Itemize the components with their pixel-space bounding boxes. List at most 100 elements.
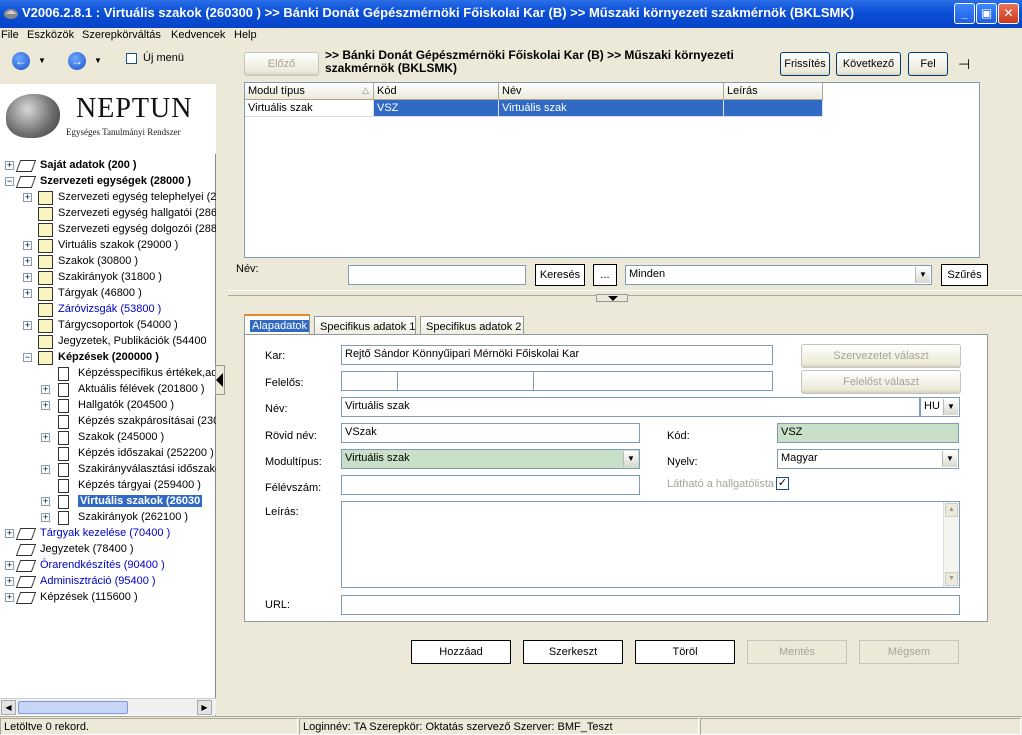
column-header-kod[interactable]: Kód bbox=[374, 83, 499, 100]
tree-item[interactable]: − Képzések (200000 ) bbox=[0, 350, 216, 366]
menu-kedvencek[interactable]: Kedvencek bbox=[171, 29, 225, 41]
scroll-right-icon[interactable]: ▶ bbox=[197, 700, 212, 715]
up-button[interactable]: Fel bbox=[908, 52, 948, 76]
felelos-field-3[interactable] bbox=[533, 371, 773, 391]
tree-horizontal-scrollbar[interactable]: ◀ ▶ bbox=[0, 698, 216, 715]
kod-field[interactable]: VSZ bbox=[777, 423, 959, 443]
expand-icon[interactable]: + bbox=[5, 529, 14, 538]
filter-scope-dropdown[interactable]: Minden ▼ bbox=[625, 265, 932, 285]
splitter-arrow-icon[interactable] bbox=[596, 294, 628, 302]
select-organization-button[interactable]: Szervezetet választ bbox=[801, 344, 961, 368]
tree-item[interactable]: + Szakok (245000 ) bbox=[0, 430, 216, 446]
tree-item[interactable]: + Órarendkészítés (90400 ) bbox=[0, 558, 216, 574]
tree-item[interactable]: + Aktuális félévek (201800 ) bbox=[0, 382, 216, 398]
url-field[interactable] bbox=[341, 595, 960, 615]
expand-icon[interactable]: + bbox=[41, 401, 50, 410]
delete-button[interactable]: Töröl bbox=[635, 640, 735, 664]
expand-icon[interactable]: + bbox=[5, 593, 14, 602]
nev-field[interactable]: Virtuális szak bbox=[341, 397, 920, 417]
tree-item[interactable]: Szervezeti egység dolgozói (288 bbox=[0, 222, 216, 238]
back-arrow-icon[interactable]: ← bbox=[12, 52, 30, 70]
expand-icon[interactable]: + bbox=[41, 465, 50, 474]
felevszam-field[interactable] bbox=[341, 475, 640, 495]
close-button[interactable]: ✕ bbox=[998, 3, 1019, 24]
collapse-icon[interactable]: − bbox=[23, 353, 32, 362]
tree-item[interactable]: Képzésspecifikus értékek,ad bbox=[0, 366, 216, 382]
collapse-panel-icon[interactable] bbox=[215, 365, 225, 395]
forward-arrow-icon[interactable]: → bbox=[68, 52, 86, 70]
tree-item[interactable]: Szervezeti egység hallgatói (286 bbox=[0, 206, 216, 222]
expand-icon[interactable]: + bbox=[5, 561, 14, 570]
tree-item[interactable]: + Képzések (115600 ) bbox=[0, 590, 216, 606]
expand-icon[interactable]: + bbox=[23, 193, 32, 202]
expand-icon[interactable]: + bbox=[23, 289, 32, 298]
tree-item[interactable]: Képzés tárgyai (259400 ) bbox=[0, 478, 216, 494]
tree-item[interactable]: + Szakirányválasztási időszako bbox=[0, 462, 216, 478]
tree-item[interactable]: + Hallgatók (204500 ) bbox=[0, 398, 216, 414]
add-button[interactable]: Hozzáad bbox=[411, 640, 511, 664]
forward-dropdown-icon[interactable]: ▼ bbox=[94, 56, 102, 65]
expand-icon[interactable]: + bbox=[23, 241, 32, 250]
expand-icon[interactable]: + bbox=[41, 513, 50, 522]
scroll-up-icon[interactable]: ▲ bbox=[945, 503, 958, 517]
ellipsis-button[interactable]: ... bbox=[593, 264, 617, 286]
expand-icon[interactable]: + bbox=[5, 161, 14, 170]
save-button[interactable]: Mentés bbox=[747, 640, 847, 664]
expand-icon[interactable]: + bbox=[41, 497, 50, 506]
felelos-field-1[interactable] bbox=[341, 371, 398, 391]
leiras-textarea[interactable]: ▲ ▼ bbox=[341, 501, 960, 588]
grid-cell-modul-tipus[interactable]: Virtuális szak bbox=[245, 100, 374, 117]
column-header-nev[interactable]: Név bbox=[499, 83, 724, 100]
expand-icon[interactable]: + bbox=[41, 385, 50, 394]
back-dropdown-icon[interactable]: ▼ bbox=[38, 56, 46, 65]
expand-icon[interactable]: + bbox=[41, 433, 50, 442]
pin-icon[interactable]: ⊣ bbox=[958, 56, 970, 73]
scroll-thumb[interactable] bbox=[18, 701, 128, 714]
expand-icon[interactable]: + bbox=[23, 273, 32, 282]
next-button[interactable]: Következő bbox=[836, 52, 901, 76]
grid-cell-nev[interactable]: Virtuális szak bbox=[499, 100, 724, 117]
kar-field[interactable]: Rejtő Sándor Könnyűipari Mérnöki Főiskol… bbox=[341, 345, 773, 365]
tree-item[interactable]: + Adminisztráció (95400 ) bbox=[0, 574, 216, 590]
menu-help[interactable]: Help bbox=[234, 29, 257, 41]
expand-icon[interactable]: + bbox=[23, 257, 32, 266]
tree-item[interactable]: + Szakirányok (262100 ) bbox=[0, 510, 216, 526]
rovid-nev-field[interactable]: VSzak bbox=[341, 423, 640, 443]
scroll-down-icon[interactable]: ▼ bbox=[945, 572, 958, 586]
nyelv-dropdown[interactable]: Magyar ▼ bbox=[777, 449, 959, 469]
search-button[interactable]: Keresés bbox=[535, 264, 585, 286]
lathato-hallgatolista-checkbox[interactable]: ✓ bbox=[776, 477, 789, 490]
tree-item[interactable]: + Tárgyak (46800 ) bbox=[0, 286, 216, 302]
grid-cell-kod[interactable]: VSZ bbox=[374, 100, 499, 117]
modultipus-dropdown[interactable]: Virtuális szak ▼ bbox=[341, 449, 640, 469]
menu-file[interactable]: File bbox=[1, 29, 19, 41]
tree-item[interactable]: + Szakok (30800 ) bbox=[0, 254, 216, 270]
tree-item[interactable]: Záróvizsgák (53800 ) bbox=[0, 302, 216, 318]
column-header-leiras[interactable]: Leírás bbox=[724, 83, 823, 100]
cancel-button[interactable]: Mégsem bbox=[859, 640, 959, 664]
maximize-button[interactable]: ▣ bbox=[976, 3, 997, 24]
language-dropdown[interactable]: HU ▼ bbox=[920, 397, 960, 417]
expand-icon[interactable]: + bbox=[23, 321, 32, 330]
filter-apply-button[interactable]: Szűrés bbox=[941, 264, 988, 286]
tree-item[interactable]: + Szervezeti egység telephelyei (2 bbox=[0, 190, 216, 206]
menu-szerepkorvaltas[interactable]: Szerepkörváltás bbox=[82, 29, 161, 41]
tree-item[interactable]: − Szervezeti egységek (28000 ) bbox=[0, 174, 216, 190]
grid-cell-leiras[interactable] bbox=[724, 100, 823, 117]
tree-item[interactable]: + Tárgycsoportok (54000 ) bbox=[0, 318, 216, 334]
tree-item[interactable]: Képzés időszakai (252200 ) bbox=[0, 446, 216, 462]
tree-item[interactable]: + Virtuális szakok (26030 bbox=[0, 494, 216, 510]
select-responsible-button[interactable]: Felelőst választ bbox=[801, 370, 961, 394]
tree-item[interactable]: + Virtuális szakok (29000 ) bbox=[0, 238, 216, 254]
edit-button[interactable]: Szerkeszt bbox=[523, 640, 623, 664]
minimize-button[interactable]: _ bbox=[954, 3, 975, 24]
filter-name-input[interactable] bbox=[348, 265, 526, 285]
menu-eszkozok[interactable]: Eszközök bbox=[27, 29, 74, 41]
expand-icon[interactable]: + bbox=[5, 577, 14, 586]
prev-button[interactable]: Előző bbox=[244, 52, 319, 76]
refresh-button[interactable]: Frissítés bbox=[780, 52, 830, 76]
tree-item[interactable]: + Tárgyak kezelése (70400 ) bbox=[0, 526, 216, 542]
tree-item[interactable]: + Saját adatok (200 ) bbox=[0, 158, 216, 174]
uj-menu-checkbox[interactable] bbox=[126, 53, 137, 64]
tree-item[interactable]: Jegyzetek (78400 ) bbox=[0, 542, 216, 558]
